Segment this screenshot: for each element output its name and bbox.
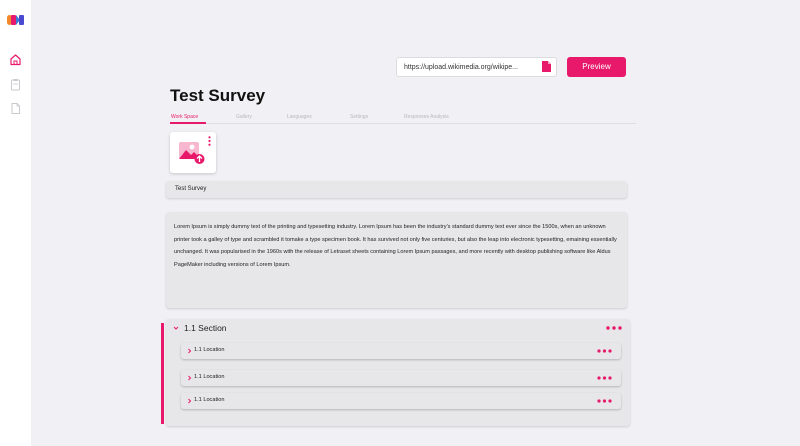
- section-more-icon[interactable]: [606, 326, 622, 330]
- image-upload-icon: [179, 142, 205, 164]
- logo-icon: [7, 15, 24, 25]
- chevron-right-icon[interactable]: [187, 348, 192, 354]
- location-label: 1.1 Location: [194, 374, 225, 380]
- more-vertical-icon[interactable]: [208, 136, 211, 146]
- tab-languages[interactable]: Languages: [287, 114, 312, 120]
- chevron-right-icon[interactable]: [187, 375, 192, 381]
- tab-settings[interactable]: Settings: [350, 114, 368, 120]
- active-tab-indicator: [170, 122, 206, 124]
- location-row[interactable]: 1.1 Location: [181, 343, 621, 359]
- chevron-down-icon[interactable]: [173, 325, 179, 331]
- page-title: Test Survey: [170, 86, 266, 105]
- location-label: 1.1 Location: [194, 347, 225, 353]
- location-more-icon[interactable]: [597, 349, 612, 353]
- tab-responses-analysis[interactable]: Responses Analysis: [404, 114, 449, 120]
- file-icon[interactable]: [542, 61, 551, 72]
- survey-description-field[interactable]: Lorem Ipsum is simply dummy text of the …: [166, 212, 627, 308]
- chevron-right-icon[interactable]: [187, 398, 192, 404]
- sidebar: [0, 0, 31, 446]
- tab-work-space[interactable]: Work Space: [171, 114, 198, 120]
- preview-button[interactable]: Preview: [567, 57, 626, 77]
- tab-gallery[interactable]: Gallery: [236, 114, 252, 120]
- image-url-input[interactable]: https://upload.wikimedia.org/wikipe...: [396, 57, 557, 77]
- document-icon[interactable]: [9, 102, 22, 115]
- tab-bar: Work Space Gallery Languages Settings Re…: [170, 113, 636, 124]
- location-row[interactable]: 1.1 Location: [181, 393, 621, 409]
- location-more-icon[interactable]: [597, 399, 612, 403]
- section-card: 1.1 Section 1.1 Location 1.1 Location 1.…: [166, 319, 630, 426]
- home-icon[interactable]: [9, 53, 22, 66]
- location-more-icon[interactable]: [597, 376, 612, 380]
- clipboard-icon[interactable]: [9, 78, 22, 91]
- section-accent-bar: [161, 323, 164, 424]
- image-upload-card[interactable]: [170, 132, 216, 173]
- location-label: 1.1 Location: [194, 397, 225, 403]
- survey-name-field[interactable]: Test Survey: [166, 181, 627, 198]
- location-row[interactable]: 1.1 Location: [181, 370, 621, 386]
- section-title[interactable]: 1.1 Section: [184, 323, 227, 333]
